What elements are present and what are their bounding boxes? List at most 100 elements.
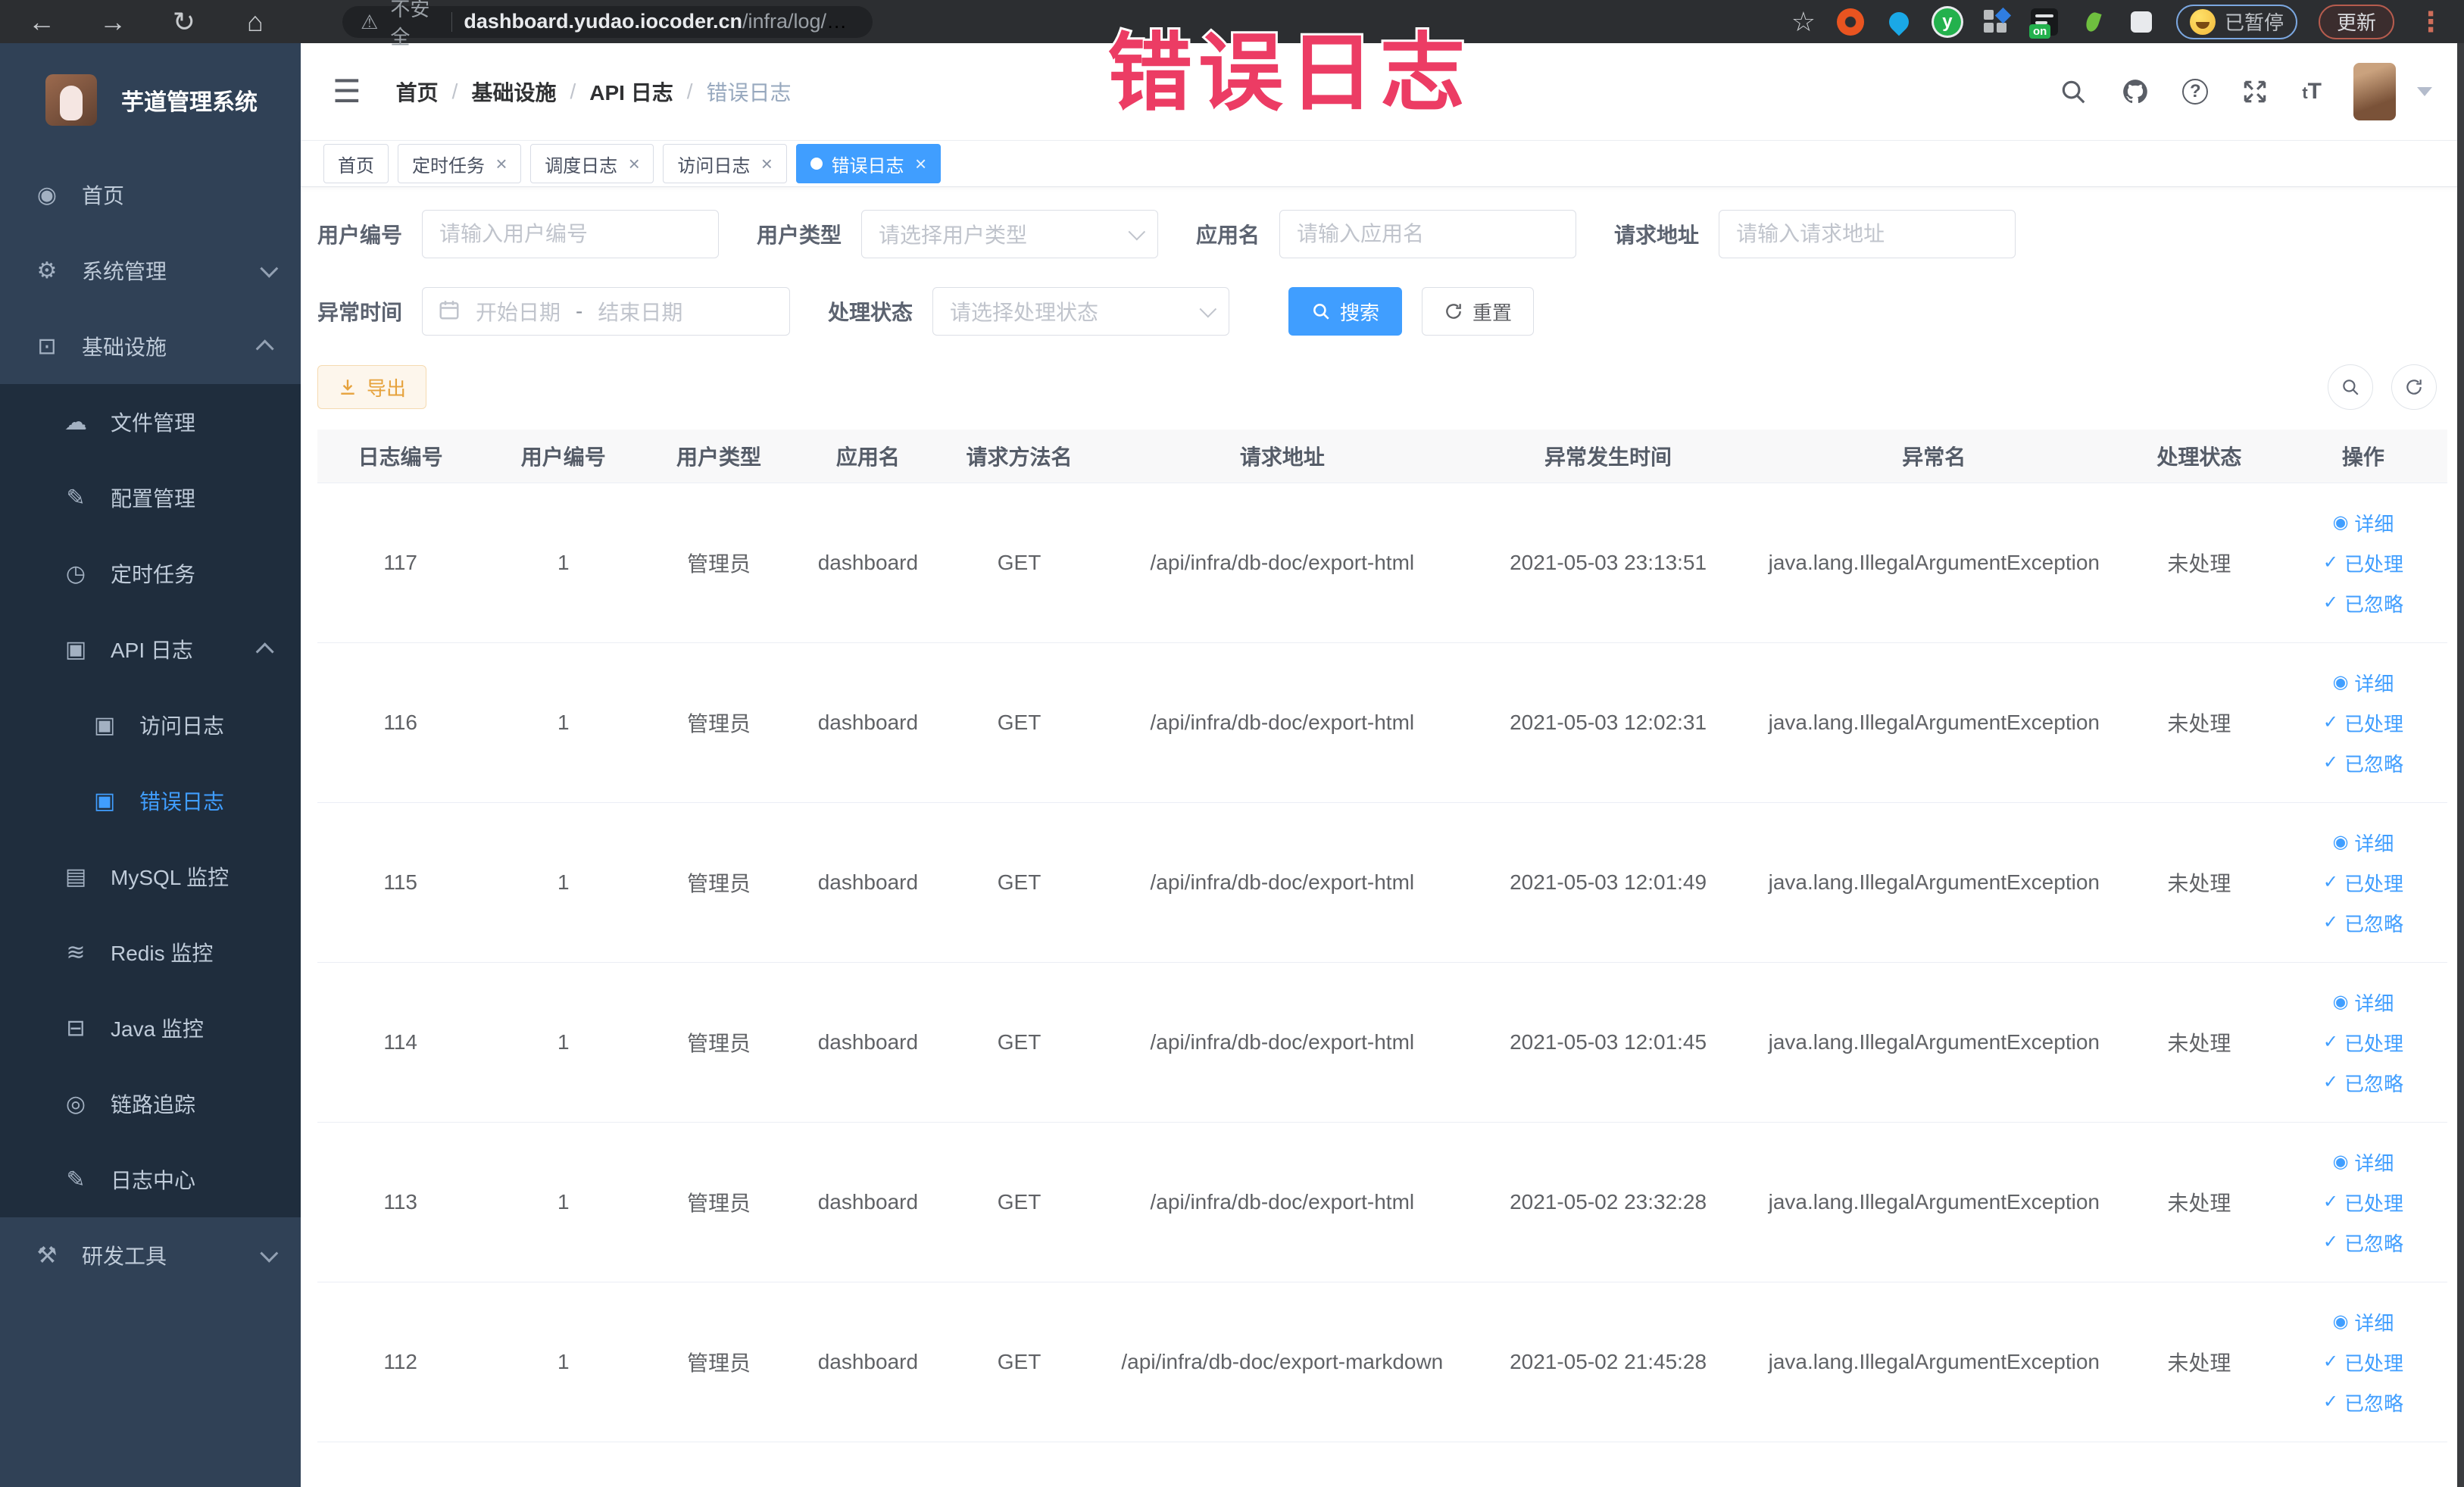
back-icon[interactable]: ←	[20, 5, 64, 39]
action-label: 详细	[2354, 832, 2394, 855]
tab-scheduled-jobs[interactable]: 定时任务 ×	[398, 144, 522, 183]
address-bar[interactable]: ⚠ 不安全 dashboard.yudao.iocoder.cn/infra/l…	[342, 0, 873, 48]
action-详细[interactable]: ◉ 详细	[2332, 829, 2394, 857]
tab-home[interactable]: 首页	[323, 144, 389, 183]
table-cell: dashboard	[817, 1030, 919, 1054]
refresh-table-button[interactable]	[2391, 364, 2437, 410]
help-icon[interactable]: ?	[2182, 79, 2209, 105]
action-已处理[interactable]: ✓ 已处理	[2323, 709, 2403, 737]
action-已忽略[interactable]: ✓ 已忽略	[2323, 1069, 2403, 1097]
column-header: 请求地址	[1239, 445, 1325, 469]
sidebar-item-mysql-monitor[interactable]: ▤ MySQL 监控	[0, 839, 301, 914]
home-icon[interactable]: ⌂	[233, 5, 277, 39]
avatar-caret-icon[interactable]	[2417, 87, 2432, 96]
page-scrollbar[interactable]	[2457, 43, 2464, 1487]
extensions-puzzle-icon[interactable]	[2128, 8, 2155, 36]
sidebar-item-config-mgmt[interactable]: ✎ 配置管理	[0, 460, 301, 536]
update-button[interactable]: 更新	[2318, 4, 2394, 39]
table-cell: GET	[997, 1030, 1042, 1054]
action-已忽略[interactable]: ✓ 已忽略	[2323, 589, 2403, 617]
logo-row[interactable]: 芋道管理系统	[0, 43, 301, 157]
fullscreen-icon[interactable]	[2240, 77, 2270, 107]
table-cell: java.lang.IllegalArgumentException	[1768, 1350, 2100, 1373]
paused-label: 已暂停	[2224, 11, 2284, 34]
tab-job-log[interactable]: 调度日志 ×	[530, 144, 654, 183]
action-详细[interactable]: ◉ 详细	[2332, 1308, 2394, 1336]
table-cell: GET	[997, 1190, 1042, 1214]
action-已忽略[interactable]: ✓ 已忽略	[2323, 1389, 2403, 1417]
sidebar-item-label: 系统管理	[82, 260, 167, 283]
extension-sprout-icon[interactable]	[2079, 8, 2106, 36]
chevron-down-icon	[1128, 223, 1146, 241]
process-status-select[interactable]: 请选择处理状态	[932, 287, 1230, 336]
action-已处理[interactable]: ✓ 已处理	[2323, 1189, 2403, 1217]
action-详细[interactable]: ◉ 详细	[2332, 669, 2394, 697]
forward-icon[interactable]: →	[91, 5, 135, 39]
reset-button[interactable]: 重置	[1422, 287, 1535, 336]
table-cell: java.lang.IllegalArgumentException	[1768, 551, 2100, 574]
request-url-input[interactable]	[1719, 210, 2016, 258]
sidebar-item-api-log[interactable]: ▣ API 日志	[0, 611, 301, 687]
close-icon[interactable]: ×	[760, 154, 772, 173]
user-avatar[interactable]	[2353, 63, 2396, 120]
sidebar-item-java-monitor[interactable]: ⊟ Java 监控	[0, 990, 301, 1066]
user-id-input[interactable]	[422, 210, 720, 258]
sidebar-item-dev-tools[interactable]: ⚒ 研发工具	[0, 1217, 301, 1293]
column-header: 操作	[2341, 445, 2384, 469]
chevron-up-icon	[255, 642, 274, 661]
close-icon[interactable]: ×	[915, 154, 926, 173]
extension-drop-icon[interactable]	[1885, 8, 1913, 36]
profile-paused-pill[interactable]: 已暂停	[2175, 4, 2297, 39]
tab-error-log[interactable]: 错误日志 ×	[795, 144, 941, 183]
action-已忽略[interactable]: ✓ 已忽略	[2323, 749, 2403, 777]
sidebar-item-error-log[interactable]: ▣ 错误日志	[0, 763, 301, 839]
action-已忽略[interactable]: ✓ 已忽略	[2323, 1229, 2403, 1257]
extension-orange-icon[interactable]	[1836, 8, 1864, 36]
hamburger-icon[interactable]: ☰	[333, 76, 361, 108]
sidebar-item-log-center[interactable]: ✎ 日志中心	[0, 1142, 301, 1217]
reload-icon[interactable]: ↻	[162, 5, 206, 39]
search-button[interactable]: 搜索	[1288, 287, 1403, 336]
close-icon[interactable]: ×	[495, 154, 507, 173]
toggle-search-button[interactable]	[2328, 364, 2373, 410]
sidebar-item-trace[interactable]: ◎ 链路追踪	[0, 1066, 301, 1142]
breadcrumb-item[interactable]: 基础设施	[471, 77, 556, 107]
exception-time-range-picker[interactable]: 开始日期 - 结束日期	[422, 287, 791, 336]
browser-menu-icon[interactable]: ⋮	[2417, 6, 2444, 38]
sidebar-item-file-mgmt[interactable]: ☁ 文件管理	[0, 384, 301, 460]
sidebar-item-infrastructure[interactable]: ⊡ 基础设施	[0, 308, 301, 384]
column-header: 异常名	[1902, 445, 1966, 469]
sidebar-item-home[interactable]: ◉ 首页	[0, 157, 301, 233]
sidebar-item-scheduled-jobs[interactable]: ◷ 定时任务	[0, 536, 301, 611]
sidebar-item-label: 配置管理	[111, 487, 196, 511]
action-已处理[interactable]: ✓ 已处理	[2323, 869, 2403, 897]
sidebar-item-label: 基础设施	[82, 336, 167, 359]
action-详细[interactable]: ◉ 详细	[2332, 1148, 2394, 1176]
tab-access-log[interactable]: 访问日志 ×	[663, 144, 787, 183]
export-button[interactable]: 导出	[317, 365, 427, 409]
user-type-select[interactable]: 请选择用户类型	[861, 210, 1159, 258]
app-name-input[interactable]	[1279, 210, 1577, 258]
action-已处理[interactable]: ✓ 已处理	[2323, 549, 2403, 577]
search-icon[interactable]	[2058, 77, 2088, 107]
action-label: 已忽略	[2344, 752, 2403, 776]
extension-y-icon[interactable]: y	[1933, 8, 1961, 36]
sidebar-item-redis-monitor[interactable]: ≋ Redis 监控	[0, 914, 301, 990]
eye-icon: ◉	[2332, 832, 2349, 852]
action-详细[interactable]: ◉ 详细	[2332, 989, 2394, 1017]
action-已处理[interactable]: ✓ 已处理	[2323, 1348, 2403, 1376]
extension-grid-icon[interactable]	[1982, 7, 2012, 36]
extension-switch-icon[interactable]: on	[2028, 8, 2058, 39]
action-已处理[interactable]: ✓ 已处理	[2323, 1029, 2403, 1057]
font-size-icon[interactable]: tT	[2302, 79, 2322, 105]
close-icon[interactable]: ×	[628, 154, 639, 173]
breadcrumb-item[interactable]: API 日志	[589, 77, 673, 107]
breadcrumb-item[interactable]: 首页	[396, 77, 439, 107]
sidebar-item-access-log[interactable]: ▣ 访问日志	[0, 687, 301, 763]
github-icon[interactable]	[2120, 77, 2150, 107]
action-详细[interactable]: ◉ 详细	[2332, 509, 2394, 537]
column-header: 用户类型	[676, 445, 762, 469]
sidebar-item-system-mgmt[interactable]: ⚙ 系统管理	[0, 233, 301, 308]
action-已忽略[interactable]: ✓ 已忽略	[2323, 909, 2403, 937]
bookmark-star-icon[interactable]: ☆	[1791, 6, 1816, 38]
